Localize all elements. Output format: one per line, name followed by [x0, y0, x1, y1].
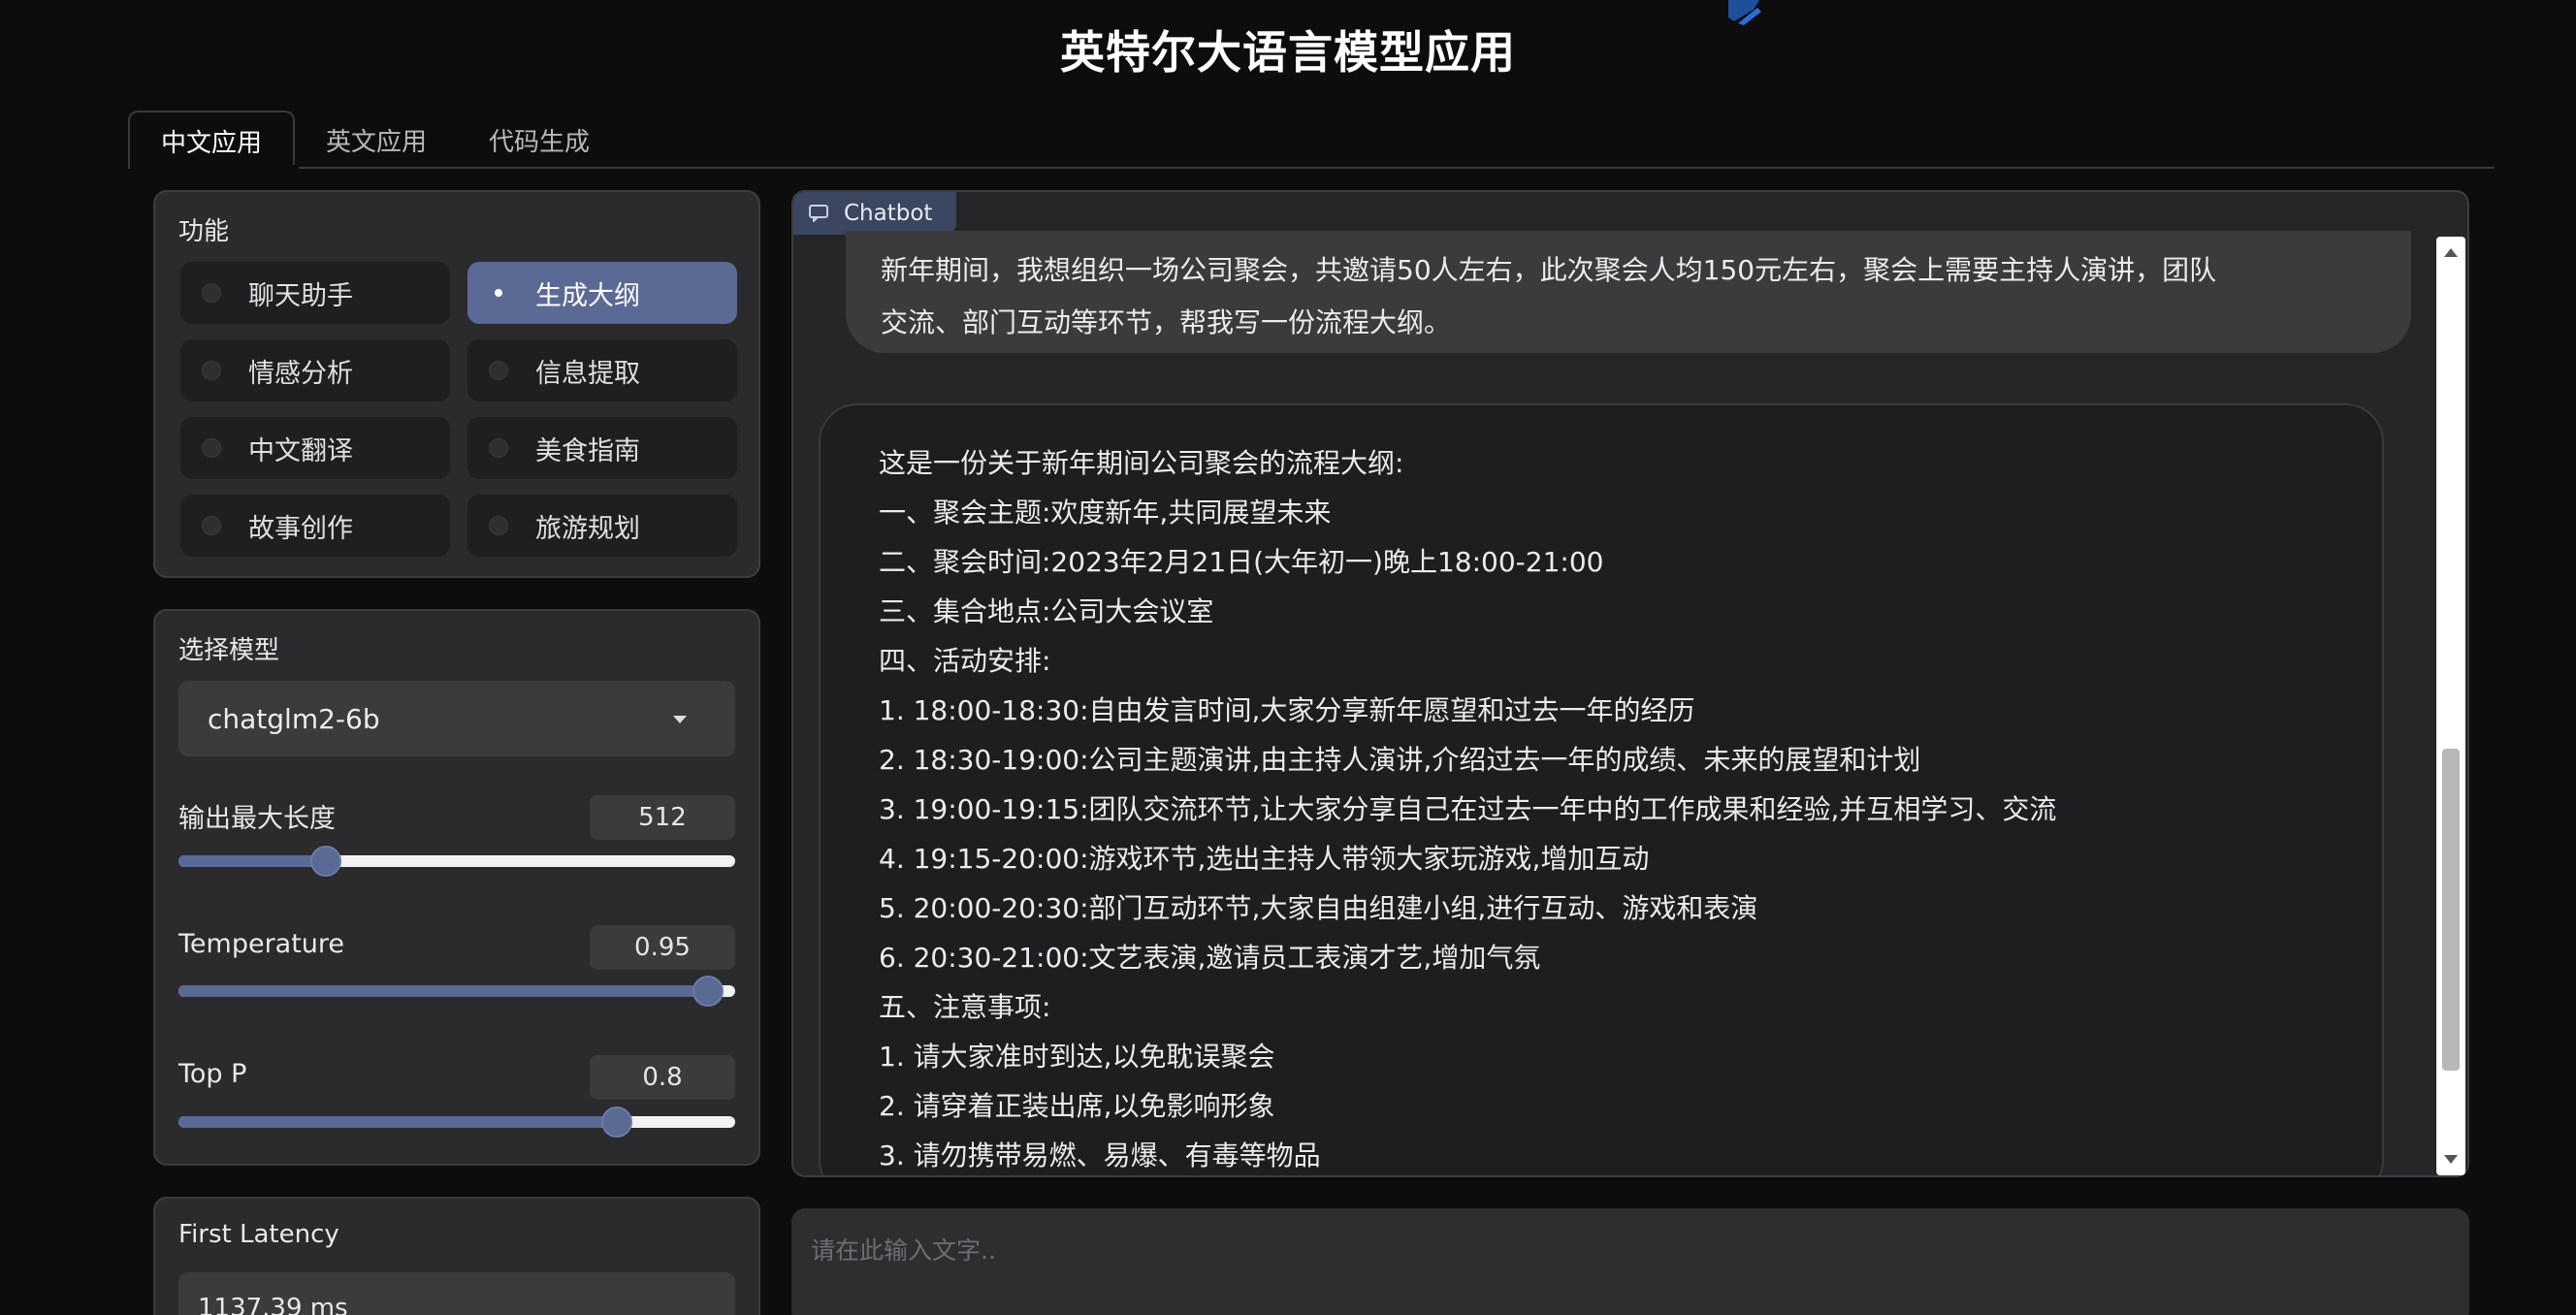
app-title: 英特尔大语言模型应用: [1060, 26, 1516, 79]
function-panel: 功能 聊天助手 生成大纲 情感分析 信息提取 中文翻译 美食指南 故事创作 旅游…: [153, 190, 760, 578]
top-p-slider[interactable]: [178, 1107, 735, 1138]
function-label: 功能: [178, 217, 230, 246]
radio-icon: [489, 438, 508, 458]
function-option-chat-assistant[interactable]: 聊天助手: [180, 262, 450, 324]
top-p-slider-thumb[interactable]: [601, 1107, 632, 1138]
temperature-slider-fill: [178, 985, 708, 997]
radio-icon: [489, 516, 508, 535]
top-p-label: Top P: [178, 1059, 247, 1089]
function-option-food-guide[interactable]: 美食指南: [467, 417, 737, 479]
tab-code-generation[interactable]: 代码生成: [458, 111, 621, 169]
function-option-travel-planning[interactable]: 旅游规划: [467, 495, 737, 557]
message-input[interactable]: [791, 1208, 2469, 1315]
latency-value: 1137.39 ms: [178, 1272, 735, 1315]
function-option-generate-outline[interactable]: 生成大纲: [467, 262, 737, 324]
model-select-label: 选择模型: [178, 636, 280, 665]
function-option-chinese-translation[interactable]: 中文翻译: [180, 417, 450, 479]
tab-english-app[interactable]: 英文应用: [295, 111, 458, 169]
max-length-label: 输出最大长度: [178, 804, 336, 834]
max-length-slider[interactable]: [178, 846, 735, 877]
max-length-input[interactable]: 512: [590, 795, 735, 840]
radio-icon: [489, 361, 508, 380]
user-message: 新年期间，我想组织一场公司聚会，共邀请50人左右，此次聚会人均150元左右，聚会…: [846, 231, 2411, 353]
model-dropdown-value: chatglm2-6b: [208, 702, 380, 735]
radio-icon: [202, 516, 221, 535]
top-p-slider-fill: [178, 1116, 617, 1128]
chat-icon: [809, 205, 828, 222]
temperature-slider-thumb[interactable]: [692, 976, 724, 1007]
temperature-input[interactable]: 0.95: [590, 925, 735, 970]
max-length-slider-thumb[interactable]: [310, 846, 341, 877]
latency-label: First Latency: [178, 1220, 339, 1249]
function-option-story-creation[interactable]: 故事创作: [180, 495, 450, 557]
chatbot-badge: Chatbot: [793, 192, 956, 235]
scroll-down-icon[interactable]: [2444, 1155, 2458, 1164]
top-p-input[interactable]: 0.8: [590, 1055, 735, 1100]
tab-chinese-app[interactable]: 中文应用: [128, 111, 296, 169]
radio-icon: [202, 283, 221, 303]
bot-message: 这是一份关于新年期间公司聚会的流程大纲: 一、聚会主题:欢度新年,共同展望未来 …: [819, 403, 2384, 1175]
chat-scrollbar[interactable]: [2436, 237, 2465, 1175]
radio-icon: [202, 438, 221, 458]
max-length-slider-fill: [178, 855, 326, 867]
scroll-up-icon[interactable]: [2444, 248, 2458, 257]
chatbot-panel: Chatbot 新年期间，我想组织一场公司聚会，共邀请50人左右，此次聚会人均1…: [791, 190, 2469, 1177]
radio-selected-icon: [489, 283, 508, 303]
chat-scrollbar-thumb[interactable]: [2442, 749, 2460, 1071]
chevron-down-icon: [673, 716, 687, 723]
temperature-label: Temperature: [178, 929, 345, 959]
tab-bar: 中文应用 英文应用 代码生成: [128, 111, 621, 169]
function-option-information-extraction[interactable]: 信息提取: [467, 339, 737, 401]
tab-divider: [128, 167, 2495, 169]
radio-icon: [202, 361, 221, 380]
function-option-sentiment-analysis[interactable]: 情感分析: [180, 339, 450, 401]
model-dropdown[interactable]: chatglm2-6b: [178, 681, 735, 756]
temperature-slider[interactable]: [178, 976, 735, 1007]
